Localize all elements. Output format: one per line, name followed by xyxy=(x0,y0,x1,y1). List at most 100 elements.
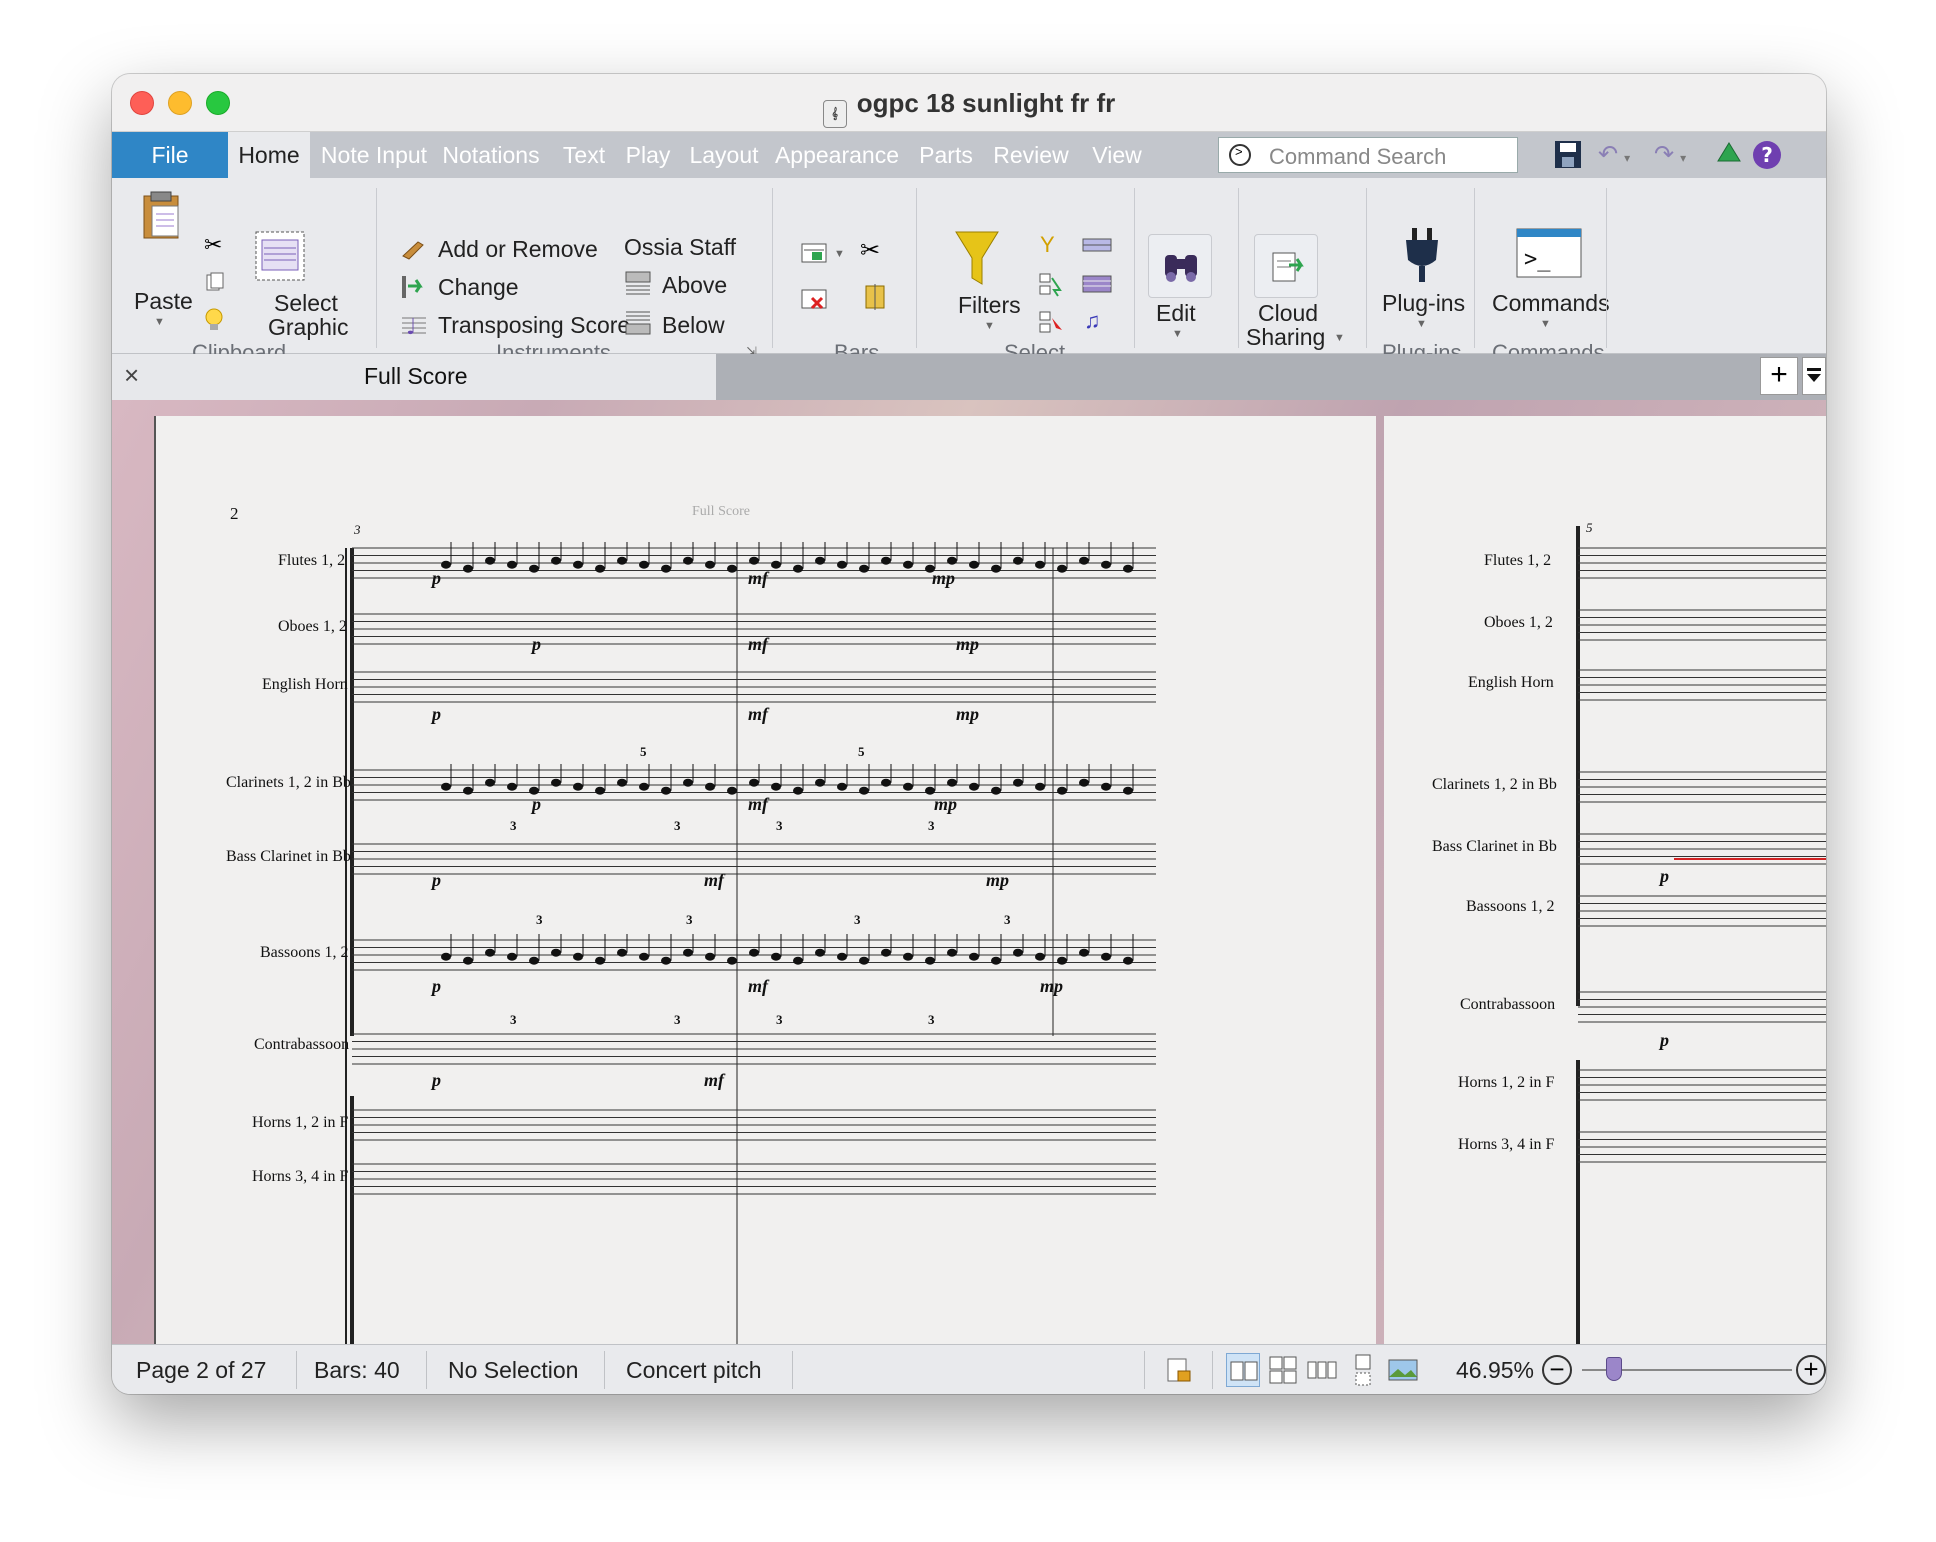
add-bar-icon[interactable] xyxy=(800,240,828,266)
select-system-icon[interactable] xyxy=(1038,308,1064,336)
plug-ins-dropdown-icon[interactable]: ▼ xyxy=(1416,318,1427,330)
commands-dropdown-icon[interactable]: ▼ xyxy=(1540,318,1551,330)
transposing-score-button[interactable]: Transposing Score xyxy=(438,312,630,339)
add-or-remove-button[interactable]: Add or Remove xyxy=(438,236,598,263)
tab-review[interactable]: Review xyxy=(986,132,1076,178)
instrument-name: Bassoons 1, 2 xyxy=(260,944,349,961)
tab-full-score[interactable]: × Full Score xyxy=(112,354,716,400)
edit-button-frame[interactable] xyxy=(1148,234,1212,298)
help-icon[interactable]: ? xyxy=(1752,140,1782,170)
redo-icon[interactable]: ↷ ▾ xyxy=(1654,140,1686,170)
transposing-score-icon[interactable]: ♩ xyxy=(400,310,428,338)
save-icon[interactable] xyxy=(1554,140,1582,170)
dynamic-marking: mf xyxy=(748,976,768,996)
notehead xyxy=(617,948,627,957)
delete-bar-icon[interactable] xyxy=(800,286,828,312)
tab-view[interactable]: View xyxy=(1082,132,1152,178)
cut-icon[interactable]: ✂ xyxy=(204,232,222,258)
view-panorama-icon[interactable] xyxy=(1386,1353,1420,1387)
plug-in-icon[interactable] xyxy=(1402,226,1442,284)
plug-ins-button[interactable]: Plug-ins xyxy=(1382,290,1465,317)
join-bars-icon[interactable] xyxy=(862,282,888,312)
filter-more-icon[interactable]: Y xyxy=(1040,232,1055,258)
command-search-input[interactable]: Command Search xyxy=(1218,137,1518,173)
tuplet-number: 5 xyxy=(858,744,865,759)
tab-play[interactable]: Play xyxy=(620,132,676,178)
filters-button[interactable]: Filters xyxy=(958,292,1021,319)
change-button[interactable]: Change xyxy=(438,274,519,301)
ribbon-separator xyxy=(1366,188,1367,348)
add-remove-instrument-icon[interactable] xyxy=(400,236,426,262)
split-bar-icon[interactable]: ✂ xyxy=(860,236,880,265)
select-notes-icon[interactable]: ♫ xyxy=(1084,308,1101,334)
notehead xyxy=(595,956,605,965)
tab-file[interactable]: File xyxy=(112,132,228,178)
ossia-below-icon[interactable] xyxy=(624,308,652,336)
collapse-ribbon-icon[interactable] xyxy=(1716,140,1742,170)
ossia-above-icon[interactable] xyxy=(624,270,652,298)
notehead xyxy=(793,956,803,965)
zoom-out-button[interactable]: − xyxy=(1542,1355,1572,1385)
view-vertical-icon[interactable] xyxy=(1346,1353,1380,1387)
status-separator xyxy=(1144,1351,1145,1389)
zoom-slider-handle[interactable] xyxy=(1606,1357,1622,1381)
undo-icon[interactable]: ↶ ▾ xyxy=(1598,140,1630,170)
select-bars-icon[interactable] xyxy=(1082,236,1112,254)
new-tab-button[interactable]: + xyxy=(1760,357,1798,395)
notehead xyxy=(485,556,495,565)
cloud-sharing-button-frame[interactable] xyxy=(1254,234,1318,298)
ribbon-separator xyxy=(916,188,917,348)
cloud-sharing-dropdown-icon[interactable]: ▼ xyxy=(1334,332,1345,344)
notehead xyxy=(639,952,649,961)
commands-button[interactable]: Commands xyxy=(1492,290,1610,317)
score-page-3[interactable]: 5 Flutes 1, 2 Oboes 1, 2 English Horn Cl… xyxy=(1384,416,1826,1344)
tab-layout[interactable]: Layout xyxy=(682,132,766,178)
tab-text[interactable]: Text xyxy=(554,132,614,178)
notehead xyxy=(463,956,473,965)
tab-parts[interactable]: Parts xyxy=(912,132,980,178)
instrument-name: Flutes 1, 2 xyxy=(278,552,346,569)
notehead xyxy=(529,564,539,573)
paste-label[interactable]: Paste xyxy=(134,288,193,315)
select-graphic-icon[interactable] xyxy=(254,230,306,282)
select-more-icon[interactable] xyxy=(1038,270,1064,298)
tip-icon[interactable] xyxy=(204,308,224,332)
notehead xyxy=(815,778,825,787)
zoom-in-button[interactable]: + xyxy=(1796,1355,1826,1385)
notehead xyxy=(617,556,627,565)
view-multiple-pages-icon[interactable] xyxy=(1266,1353,1300,1387)
tab-note-input[interactable]: Note Input xyxy=(318,132,430,178)
select-graphic-label-1[interactable]: Select xyxy=(274,290,338,317)
tab-notations[interactable]: Notations xyxy=(436,132,546,178)
add-bar-dropdown-icon[interactable]: ▼ xyxy=(834,248,845,260)
paste-icon[interactable] xyxy=(142,190,182,240)
edit-dropdown-icon[interactable]: ▼ xyxy=(1172,328,1183,340)
tab-appearance[interactable]: Appearance xyxy=(770,132,904,178)
select-passage-icon[interactable] xyxy=(1082,274,1112,294)
tab-home[interactable]: Home xyxy=(228,132,310,178)
close-tab-icon[interactable]: × xyxy=(124,360,139,391)
filters-dropdown-icon[interactable]: ▼ xyxy=(984,320,995,332)
lock-layout-icon[interactable] xyxy=(1162,1353,1196,1387)
filters-icon[interactable] xyxy=(954,228,1000,288)
tab-menu-button[interactable] xyxy=(1802,357,1826,395)
ossia-below-button[interactable]: Below xyxy=(662,312,725,339)
dynamic-marking: p xyxy=(1660,1030,1669,1050)
notehead xyxy=(1079,556,1089,565)
edit-button-label[interactable]: Edit xyxy=(1156,300,1196,327)
score-canvas[interactable]: 2 Full Score 3 Flutes 1, 2 Oboes 1, 2 En… xyxy=(112,400,1826,1344)
change-instrument-icon[interactable] xyxy=(400,272,426,300)
cloud-sharing-label-2[interactable]: Sharing xyxy=(1246,324,1325,351)
cloud-sharing-label-1[interactable]: Cloud xyxy=(1258,300,1318,327)
paste-dropdown-icon[interactable]: ▼ xyxy=(154,316,165,328)
select-graphic-label-2[interactable]: Graphic xyxy=(268,314,349,341)
score-page-2[interactable]: 2 Full Score 3 Flutes 1, 2 Oboes 1, 2 En… xyxy=(156,416,1376,1344)
zoom-level[interactable]: 46.95% xyxy=(1456,1357,1534,1384)
dynamic-marking: p xyxy=(532,634,541,654)
copy-icon[interactable] xyxy=(206,272,224,292)
status-concert-pitch[interactable]: Concert pitch xyxy=(626,1357,762,1384)
view-spreads-icon[interactable] xyxy=(1226,1353,1260,1387)
ossia-above-button[interactable]: Above xyxy=(662,272,727,299)
view-horizontal-icon[interactable] xyxy=(1306,1353,1340,1387)
commands-terminal-icon[interactable]: >_ xyxy=(1516,228,1582,278)
